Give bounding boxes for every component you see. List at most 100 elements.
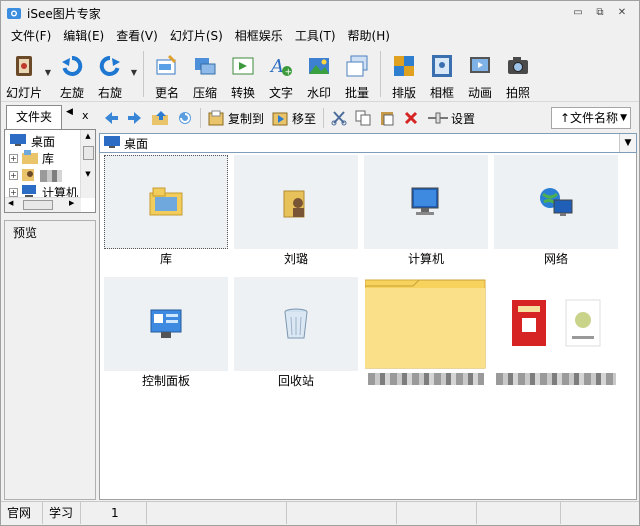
tree-item-library[interactable]: + 库 bbox=[5, 150, 54, 167]
menu-slideshow[interactable]: 幻灯片(S) bbox=[164, 26, 229, 46]
watermark-button[interactable]: 水印 bbox=[300, 48, 338, 100]
close-button[interactable]: ✕ bbox=[611, 5, 633, 21]
sort-select[interactable]: ↑文件名称 ▼ bbox=[551, 107, 631, 129]
hscroll-thumb[interactable] bbox=[23, 200, 53, 210]
capture-button[interactable]: 拍照 bbox=[499, 48, 537, 100]
tab-scroll-left-icon[interactable]: ◀ bbox=[66, 107, 73, 117]
refresh-button[interactable] bbox=[173, 107, 197, 129]
rotate-right-button[interactable]: 右旋 bbox=[91, 48, 129, 100]
redacted-text bbox=[496, 373, 616, 385]
grid-item-control-panel[interactable]: 控制面板 bbox=[104, 277, 228, 389]
window-title: iSee图片专家 bbox=[27, 6, 101, 21]
close-panel-icon[interactable]: x bbox=[82, 109, 89, 122]
menu-help[interactable]: 帮助(H) bbox=[342, 26, 396, 46]
back-button[interactable] bbox=[99, 107, 123, 129]
slideshow-button[interactable]: 幻灯片 bbox=[5, 48, 43, 100]
grid-item-user-folder[interactable]: 刘璐 bbox=[234, 155, 358, 267]
title-bar: iSee图片专家 ▭ ⧉ ✕ bbox=[1, 1, 639, 25]
cut-button[interactable] bbox=[327, 107, 351, 129]
menu-view[interactable]: 查看(V) bbox=[110, 26, 164, 46]
toolbar-separator bbox=[323, 108, 325, 128]
menu-tools[interactable]: 工具(T) bbox=[289, 26, 342, 46]
official-site-link[interactable]: 官网 bbox=[1, 502, 43, 524]
move-to-icon bbox=[272, 112, 288, 126]
menu-edit[interactable]: 编辑(E) bbox=[57, 26, 110, 46]
tree-horizontal-scrollbar[interactable]: ◀ ▶ bbox=[5, 197, 81, 212]
expand-icon[interactable]: + bbox=[9, 171, 18, 180]
grid-item-image[interactable] bbox=[494, 277, 618, 389]
scroll-down-icon[interactable]: ▼ bbox=[81, 170, 95, 178]
tab-folders[interactable]: 文件夹 bbox=[6, 105, 62, 129]
slideshow-dropdown-arrow[interactable]: ▼ bbox=[43, 48, 53, 77]
preview-panel: 预览 bbox=[4, 220, 96, 500]
tree-item-desktop[interactable]: 桌面 bbox=[5, 133, 55, 150]
compress-button[interactable]: 压缩 bbox=[186, 48, 224, 100]
learn-link[interactable]: 学习 bbox=[43, 502, 81, 524]
network-globe-icon bbox=[540, 188, 573, 216]
status-field bbox=[147, 502, 287, 524]
animation-button[interactable]: 动画 bbox=[461, 48, 499, 100]
minimize-button[interactable]: ▭ bbox=[567, 5, 589, 21]
app-window: iSee图片专家 ▭ ⧉ ✕ 文件(F) 编辑(E) 查看(V) 幻灯片(S) … bbox=[0, 0, 640, 526]
frame-button[interactable]: 相框 bbox=[423, 48, 461, 100]
batch-button[interactable]: 批量 bbox=[338, 48, 376, 100]
tree-item-user[interactable]: + bbox=[5, 167, 62, 184]
tree-vertical-scrollbar[interactable]: ▲ ▼ bbox=[80, 130, 95, 198]
status-field bbox=[287, 502, 397, 524]
address-bar[interactable]: 桌面 ▼ bbox=[99, 133, 637, 153]
menu-frame-fun[interactable]: 相框娱乐 bbox=[229, 26, 289, 46]
grid-item-label: 网络 bbox=[543, 252, 568, 266]
address-path: 桌面 bbox=[124, 136, 149, 151]
text-button[interactable]: A + 文字 bbox=[262, 48, 300, 100]
grid-item-library[interactable]: 库 bbox=[104, 155, 228, 267]
film-icon bbox=[11, 54, 37, 78]
image-thumbnail bbox=[512, 299, 601, 347]
rotate-right-icon bbox=[97, 54, 123, 78]
convert-button[interactable]: 转换 bbox=[224, 48, 262, 100]
restore-button[interactable]: ⧉ bbox=[589, 5, 611, 21]
watermark-icon bbox=[306, 54, 332, 78]
grid-item-network[interactable]: 网络 bbox=[494, 155, 618, 267]
library-icon bbox=[22, 150, 38, 167]
slider-settings-icon bbox=[428, 112, 449, 124]
user-folder-icon bbox=[22, 167, 36, 184]
toolbar-separator bbox=[143, 51, 144, 97]
scroll-left-icon[interactable]: ◀ bbox=[8, 199, 13, 207]
redacted-text bbox=[368, 373, 484, 385]
toolbar-separator bbox=[200, 108, 201, 128]
folder-icon bbox=[365, 279, 486, 369]
rename-button[interactable]: 更名 bbox=[148, 48, 186, 100]
settings-button[interactable]: 设置 bbox=[423, 107, 479, 129]
up-folder-button[interactable] bbox=[147, 107, 173, 129]
rotate-dropdown-arrow[interactable]: ▼ bbox=[129, 48, 139, 77]
layout-button[interactable]: 排版 bbox=[385, 48, 423, 100]
grid-item-computer[interactable]: 计算机 bbox=[364, 155, 488, 267]
folder-tree: 桌面 + 库 + + 计算机 ▲ ▼ ◀ ▶ bbox=[4, 129, 96, 213]
copy-to-button[interactable]: 复制到 bbox=[204, 107, 268, 129]
copy-button[interactable] bbox=[351, 107, 375, 129]
scroll-up-icon[interactable]: ▲ bbox=[81, 132, 95, 140]
address-dropdown-icon[interactable]: ▼ bbox=[619, 134, 636, 152]
forward-button[interactable] bbox=[123, 107, 147, 129]
batch-icon bbox=[344, 54, 370, 78]
grid-item-folder[interactable] bbox=[364, 277, 488, 389]
grid-item-recycle-bin[interactable]: 回收站 bbox=[234, 277, 358, 389]
menu-file[interactable]: 文件(F) bbox=[5, 26, 57, 46]
expand-icon[interactable]: + bbox=[9, 154, 18, 163]
status-bar: 官网 学习 1 bbox=[1, 501, 639, 525]
scroll-right-icon[interactable]: ▶ bbox=[69, 199, 74, 207]
user-folder-icon bbox=[283, 190, 305, 218]
file-toolbar: 复制到 移至 设置 ↑文件名称 ▼ bbox=[99, 105, 639, 131]
back-arrow-icon bbox=[105, 112, 118, 124]
rename-icon bbox=[154, 54, 180, 78]
delete-button[interactable] bbox=[399, 107, 423, 129]
paste-button[interactable] bbox=[375, 107, 399, 129]
move-to-button[interactable]: 移至 bbox=[268, 107, 320, 129]
up-folder-icon bbox=[152, 111, 168, 125]
scroll-thumb[interactable] bbox=[82, 146, 94, 160]
rotate-left-icon bbox=[59, 54, 85, 78]
left-panel-tabs: 文件夹 ◀ x bbox=[4, 105, 96, 129]
status-field bbox=[561, 502, 637, 524]
expand-icon[interactable]: + bbox=[9, 188, 18, 197]
rotate-left-button[interactable]: 左旋 bbox=[53, 48, 91, 100]
